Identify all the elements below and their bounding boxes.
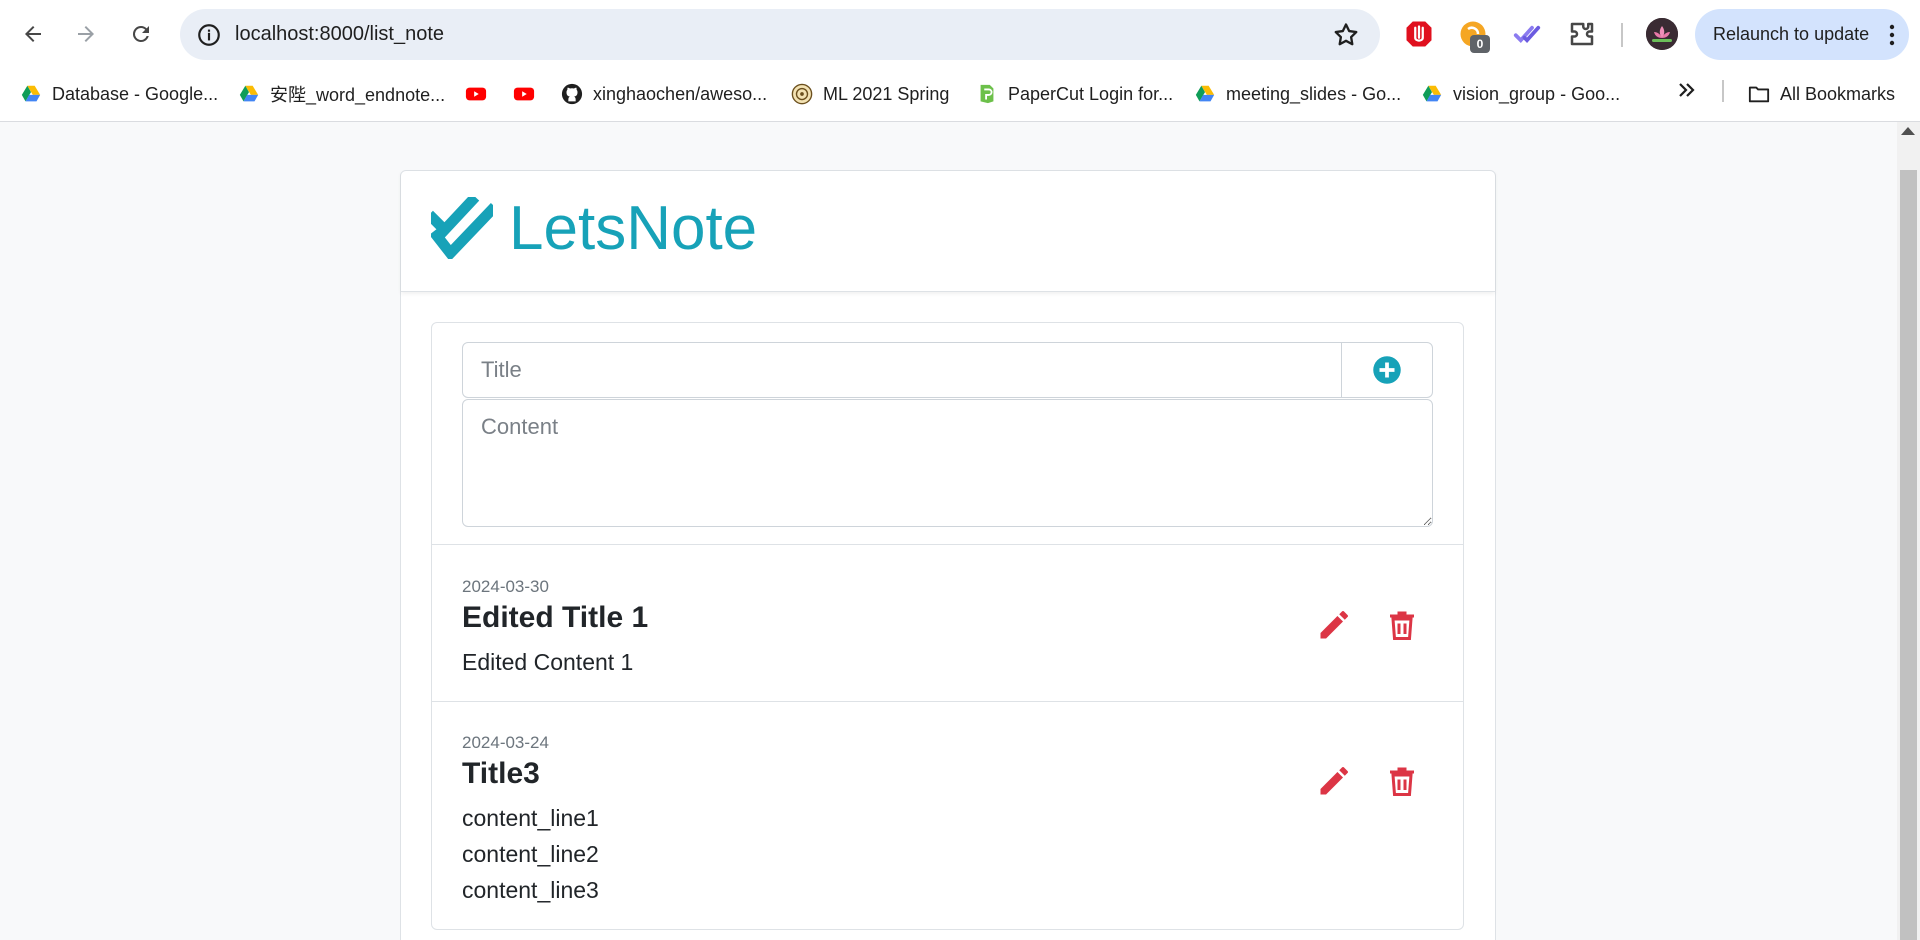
lotus-icon bbox=[1646, 18, 1678, 50]
delete-note-button[interactable] bbox=[1382, 605, 1422, 645]
profile-avatar[interactable] bbox=[1646, 18, 1678, 50]
edit-note-button[interactable] bbox=[1314, 761, 1354, 801]
pencil-icon bbox=[1320, 611, 1348, 639]
notes-card: 2024-03-30 Edited Title 1 Edited Content… bbox=[431, 322, 1464, 930]
trash-icon bbox=[1390, 611, 1414, 640]
reload-icon bbox=[132, 25, 149, 42]
note-date: 2024-03-24 bbox=[462, 733, 549, 752]
note-content-line: content_line1 bbox=[462, 805, 599, 831]
scroll-up-arrow[interactable] bbox=[1901, 127, 1915, 135]
new-note-form bbox=[432, 323, 1463, 545]
bookmark-papercut[interactable]: PaperCut Login for... bbox=[976, 79, 1173, 109]
delete-note-button[interactable] bbox=[1382, 761, 1422, 801]
note-item: 2024-03-24 Title3 content_line1 content_… bbox=[432, 702, 1463, 929]
edit-note-button[interactable] bbox=[1314, 605, 1354, 645]
bookmark-github[interactable]: xinghaochen/aweso... bbox=[561, 79, 767, 109]
extension-badge: 0 bbox=[1470, 35, 1490, 53]
toolbar-separator bbox=[1621, 23, 1623, 47]
add-note-button[interactable] bbox=[1341, 342, 1433, 398]
arrow-left-icon bbox=[25, 26, 41, 42]
bookmarks-separator bbox=[1722, 80, 1724, 102]
relaunch-label: Relaunch to update bbox=[1713, 24, 1870, 44]
google-drive-icon bbox=[239, 85, 259, 102]
address-bar[interactable]: localhost:8000/list_note bbox=[180, 9, 1380, 60]
github-icon bbox=[561, 83, 583, 105]
pencil-icon bbox=[1320, 767, 1348, 795]
folder-icon bbox=[1748, 86, 1770, 103]
stop-hand-icon bbox=[1406, 21, 1432, 47]
bookmark-star-icon[interactable] bbox=[1332, 21, 1360, 49]
google-drive-icon bbox=[1422, 85, 1442, 102]
double-check-logo-icon bbox=[431, 197, 493, 259]
youtube-icon bbox=[513, 87, 535, 101]
kebab-menu-icon[interactable] bbox=[1889, 24, 1895, 46]
note-item: 2024-03-30 Edited Title 1 Edited Content… bbox=[432, 545, 1463, 702]
bookmark-vision-group[interactable]: vision_group - Goo... bbox=[1421, 79, 1620, 109]
relaunch-button[interactable]: Relaunch to update bbox=[1695, 9, 1909, 60]
reload-button[interactable] bbox=[124, 17, 158, 51]
double-check-icon bbox=[1513, 25, 1541, 43]
google-drive-icon bbox=[21, 85, 41, 102]
bookmark-youtube-1[interactable] bbox=[465, 79, 487, 109]
bookmark-youtube-2[interactable] bbox=[513, 79, 535, 109]
note-title: Title3 bbox=[462, 757, 540, 790]
extension-adblock[interactable] bbox=[1403, 18, 1435, 50]
note-date: 2024-03-30 bbox=[462, 577, 549, 596]
note-title: Edited Title 1 bbox=[462, 601, 649, 634]
note-content-line: content_line2 bbox=[462, 841, 599, 867]
bookmark-database[interactable]: Database - Google... bbox=[20, 79, 218, 109]
extension-tasks[interactable] bbox=[1511, 18, 1543, 50]
url-text[interactable]: localhost:8000/list_note bbox=[235, 23, 444, 46]
bookmark-endnote[interactable]: 安陛_word_endnote... bbox=[238, 79, 445, 109]
extensions-menu-button[interactable] bbox=[1566, 18, 1598, 50]
puzzle-icon bbox=[1570, 22, 1594, 46]
bookmark-ml2021[interactable]: ML 2021 Spring bbox=[791, 79, 949, 109]
site-info-icon[interactable] bbox=[196, 22, 222, 48]
arrow-right-icon bbox=[78, 26, 94, 42]
scrollbar-thumb[interactable] bbox=[1900, 170, 1917, 940]
trash-icon bbox=[1390, 767, 1414, 796]
forward-button[interactable] bbox=[69, 17, 103, 51]
content-input[interactable] bbox=[462, 399, 1433, 527]
youtube-icon bbox=[465, 87, 487, 101]
plus-circle-icon bbox=[1373, 356, 1401, 384]
seal-icon bbox=[791, 83, 813, 105]
chevron-double-right-icon[interactable] bbox=[1675, 78, 1699, 102]
brand-title: LetsNote bbox=[509, 194, 758, 263]
papercut-icon bbox=[980, 84, 994, 104]
app-header: LetsNote bbox=[401, 171, 1495, 292]
bookmark-meeting-slides[interactable]: meeting_slides - Go... bbox=[1194, 79, 1401, 109]
back-button[interactable] bbox=[16, 17, 50, 51]
note-content-line: Edited Content 1 bbox=[462, 649, 634, 675]
google-drive-icon bbox=[1195, 85, 1215, 102]
note-content-line: content_line3 bbox=[462, 877, 599, 903]
browser-toolbar: localhost:8000/list_note 0 Relaunch to u… bbox=[0, 0, 1920, 70]
all-bookmarks-button[interactable]: All Bookmarks bbox=[1748, 79, 1895, 109]
title-input[interactable] bbox=[462, 342, 1342, 398]
